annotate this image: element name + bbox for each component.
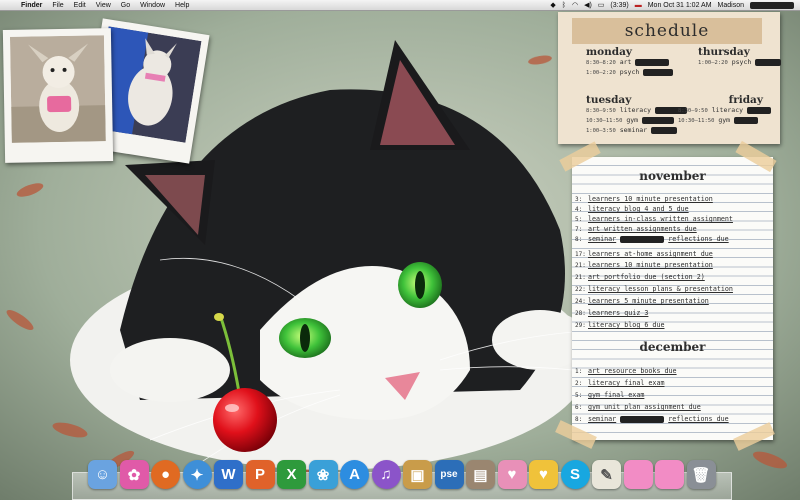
app-pink-swirl-icon[interactable]: ✿	[119, 460, 149, 489]
schedule-day-monday: monday 8:30–8:20 art 1:00–2:20 psych	[586, 46, 674, 78]
firefox-icon[interactable]: ●	[151, 460, 180, 489]
agenda-entry: 17: learners at-home assignment due	[575, 250, 713, 258]
agenda-entry: 24: learners 5 minute presentation	[575, 297, 709, 305]
schedule-row: 8:30–8:20 art	[586, 58, 673, 68]
itunes-icon[interactable]: ♫	[371, 460, 401, 489]
preview-icon[interactable]: ▣	[403, 460, 432, 489]
schedule-row: 10:30–11:50 gym	[586, 116, 687, 126]
photoshop-elements-icon[interactable]: pse	[434, 460, 464, 489]
dropbox-icon[interactable]: ◆	[550, 1, 555, 9]
agenda-entry: 6: gym unit plan assignment due	[575, 403, 701, 411]
bluetooth-icon[interactable]: ᛒ	[562, 2, 566, 9]
agenda-entry: 21: art portfolio due (section 2)	[575, 273, 705, 281]
clock[interactable]: Mon Oct 31 1:02 AM	[648, 2, 712, 9]
agenda-entry: 22: literacy lesson plans & presentation	[575, 285, 733, 293]
agenda-entry: 29: literacy blog 6 due	[575, 321, 665, 329]
menu-edit[interactable]: Edit	[69, 2, 91, 9]
schedule-title: schedule	[572, 18, 762, 44]
app-store-icon[interactable]: A	[340, 460, 369, 489]
flag-icon[interactable]: ▬	[635, 2, 642, 9]
battery-icon[interactable]: ▭	[598, 1, 605, 9]
schedule-day-tuesday: tuesday 8:30–9:50 literacy 10:30–11:50 g…	[586, 94, 687, 136]
menu-window[interactable]: Window	[135, 2, 170, 9]
dog-photo-1	[9, 35, 106, 143]
dock-icon-row: ☺ ✿ ● ✦ W P X ❀ A ♫ ▣ pse ▤ ♥ ♥ S ✎ 🗑	[88, 460, 718, 492]
day-label: monday	[586, 46, 632, 58]
menu-go[interactable]: Go	[116, 2, 135, 9]
menu-help[interactable]: Help	[170, 2, 194, 9]
agenda-entry: 5: gym final exam	[575, 391, 645, 399]
agenda-entry: 1: art resource books due	[575, 367, 677, 375]
schedule-row: 1:00–2:20 psych	[586, 68, 674, 78]
agenda-entry: 28: learners quiz 3	[575, 309, 649, 317]
safari-icon[interactable]: ✦	[182, 460, 212, 489]
day-label: thursday	[698, 46, 750, 58]
menu-finder[interactable]: Finder	[16, 2, 47, 9]
agenda-entry: 8: seminar reflections due	[575, 235, 729, 243]
user-name[interactable]: Madison	[718, 2, 744, 9]
agenda-entry: 21: learners 10 minute presentation	[575, 261, 713, 269]
trash-icon[interactable]: 🗑	[686, 460, 716, 489]
agenda-entry: 2: literacy final exam	[575, 379, 665, 387]
schedule-row: 1:00–2:20 psych	[698, 58, 782, 68]
schedule-day-friday: friday 8:30–9:50 literacy 10:30–11:50 gy…	[678, 94, 771, 126]
agenda-entry: 7: art written assignments due	[575, 225, 697, 233]
redacted-mark	[750, 1, 794, 9]
excel-icon[interactable]: X	[277, 460, 306, 489]
month-heading-december: december	[639, 340, 706, 354]
schedule-row: 10:30–11:50 gym	[678, 116, 771, 126]
wifi-icon[interactable]: ◠	[572, 1, 578, 9]
word-icon[interactable]: W	[214, 460, 243, 489]
schedule-widget[interactable]: schedule monday 8:30–8:20 art 1:00–2:20 …	[558, 12, 782, 144]
schedule-row: 8:30–9:50 literacy	[586, 106, 687, 116]
schedule-row: 8:30–9:50 literacy	[678, 106, 771, 116]
menu-file[interactable]: File	[47, 2, 68, 9]
textedit-icon[interactable]: ✎	[592, 460, 621, 489]
schedule-row: 1:00–3:50 seminar	[586, 126, 687, 136]
volume-icon[interactable]: ◀)	[584, 1, 592, 9]
polaroid-photo-dog-1	[2, 28, 114, 163]
menu-view[interactable]: View	[91, 2, 116, 9]
day-label: friday	[728, 94, 763, 106]
agenda-entry: 3: learners 10 minute presentation	[575, 195, 713, 203]
photo-app-icon[interactable]: ▤	[466, 460, 495, 489]
agenda-entry: 5: learners in-class written assignment	[575, 215, 733, 223]
month-heading-november: november	[639, 169, 706, 183]
cupcake-icon[interactable]: ♥	[497, 460, 527, 489]
agenda-entry: 8: seminar reflections due	[575, 415, 729, 423]
heart-badge-icon[interactable]: ♥	[529, 460, 558, 489]
pink-folder-2-icon[interactable]	[655, 460, 684, 489]
powerpoint-icon[interactable]: P	[245, 460, 275, 489]
agenda-widget[interactable]: november 3: learners 10 minute presentati…	[572, 157, 773, 440]
day-label: tuesday	[586, 94, 632, 106]
battery-time[interactable]: (3:39)	[610, 2, 628, 9]
status-area: ◆ ᛒ ◠ ◀) ▭ (3:39) ▬ Mon Oct 31 1:02 AM M…	[550, 1, 800, 9]
messenger-icon[interactable]: ❀	[308, 460, 338, 489]
skype-icon[interactable]: S	[560, 460, 590, 489]
schedule-day-thursday: thursday 1:00–2:20 psych	[698, 46, 782, 68]
finder-icon[interactable]: ☺	[88, 460, 117, 489]
menu-bar: Finder File Edit View Go Window Help ◆ ᛒ…	[0, 0, 800, 11]
pink-folder-icon[interactable]	[623, 460, 653, 489]
agenda-entry: 4: literacy blog 4 and 5 due	[575, 205, 689, 213]
